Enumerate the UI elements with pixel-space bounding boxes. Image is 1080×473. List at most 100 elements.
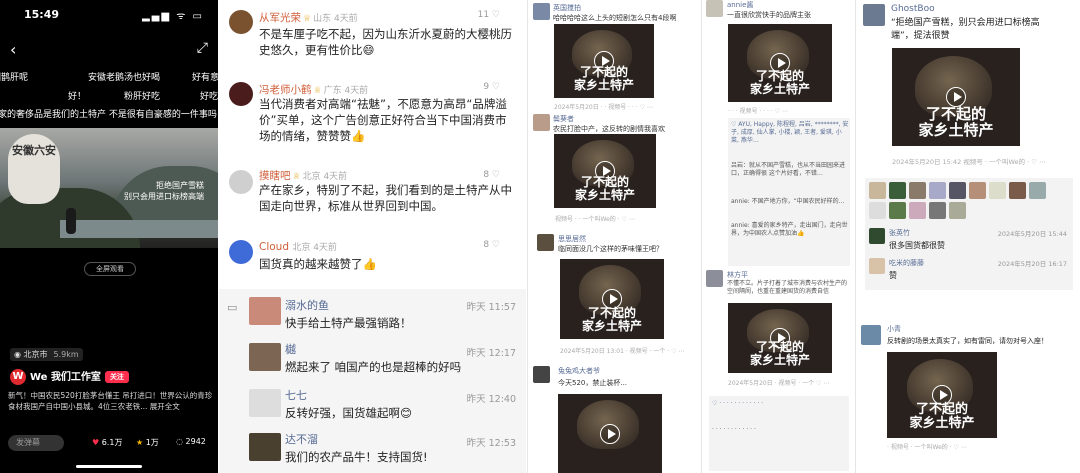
commenter-name[interactable]: 摸瞎吧 ♕ 北京 4天前 (259, 168, 347, 183)
danmu-comment: 好有意 (192, 73, 218, 83)
video-thumbnail[interactable] (558, 394, 662, 473)
poster-name[interactable]: 英国搅拍 (553, 3, 581, 13)
avatar[interactable] (861, 325, 881, 345)
video-caption[interactable]: 新气！中国农民520打脸茅台懂王 吊打进口！世界公认的青珍食材我国产自中国小县城… (8, 390, 214, 412)
avatar[interactable] (229, 240, 253, 264)
comment-icon: ◌ (176, 437, 183, 446)
avatar[interactable] (706, 270, 723, 287)
avatar[interactable] (533, 114, 550, 131)
comment-text: 当代消费者对高端“祛魅”，不愿意为高昂“品牌溢价”买单，这个广告创意正好符合当下… (259, 97, 507, 143)
avatar[interactable] (249, 343, 281, 371)
location-tag[interactable]: ◉ 北京市 5.9km (10, 348, 83, 361)
post-text: 农民打脸中产，这反转的剧情我喜欢 (553, 125, 665, 133)
moments-column: GhostBoo “拒绝国产雪糕，别只会用进口标榜高端”，提法很赞 了不起的 家乡… (855, 0, 1080, 473)
like-button[interactable]: ♥ 6.1万 (92, 437, 122, 448)
danmu-comment: 安徽老鹅汤也好喝 (88, 73, 161, 83)
poster-name[interactable]: 兔兔鸡大者爷 (558, 366, 600, 376)
like-count[interactable]: 8 ♡ (483, 240, 500, 250)
commenter-name[interactable]: 溺水的鱼 (285, 297, 329, 313)
comment-text: 燃起来了 咱国产的也是超棒的好吗 (285, 360, 462, 374)
poster-name[interactable]: annie酱 (727, 0, 753, 10)
weibo-comment: Cloud 北京 4天前 8 ♡ 国货真的越来越赞了👍 (219, 236, 526, 282)
status-bar: 15:49 ▂▄▆ ᯤ ▭ (20, 8, 208, 24)
comment-time: 2024年5月20日 16:17 (997, 260, 1067, 268)
play-icon (600, 423, 620, 444)
collage: 15:49 ▂▄▆ ᯤ ▭ ‹ ⤢ 圈鹊肝呢 安徽老鹅汤也好喝 好有意 好！ 粉… (0, 0, 1080, 473)
commenter-name[interactable]: 樾 (285, 341, 296, 357)
avatar[interactable] (533, 366, 550, 383)
avatar[interactable] (863, 4, 885, 26)
poster-name[interactable]: 小青 (887, 324, 901, 334)
play-icon (946, 87, 966, 107)
like-count[interactable]: 9 ♡ (483, 82, 500, 92)
video-thumbnail[interactable]: 了不起的 家乡土特产 (728, 24, 832, 102)
account-avatar: W (10, 369, 26, 385)
video-thumbnail[interactable]: 了不起的 家乡土特产 (560, 259, 664, 339)
comment-text: 我们的农产品牛！支持国货! (285, 450, 428, 464)
comment-text: 不是车厘子吃不起，因为山东沂水夏蔚的大樱桃历史悠久，更有性价比😄 (259, 27, 512, 57)
commenter-name[interactable]: 七七 (285, 387, 307, 403)
post-meta: 视频号 · · 一个叫We的 · ♡ ⋯ (555, 216, 635, 223)
status-time: 15:49 (24, 8, 60, 21)
weibo-comment: 冯老师小鹤 ♕ 广东 4天前 9 ♡ 当代消费者对高端“祛魅”，不愿意为高昂“品牌溢… (219, 78, 526, 158)
video-thumbnail[interactable]: 了不起的 家乡土特产 (887, 352, 997, 438)
like-count[interactable]: 11 ♡ (478, 10, 500, 20)
commenter-name[interactable]: 从军光荣 ♕ 山东 4天前 (259, 10, 358, 25)
commenter-name[interactable]: 达不溜 (285, 431, 318, 447)
commenter-name[interactable]: 冯老师小鹤 ♕ 广东 4天前 (259, 82, 368, 97)
avatar[interactable] (249, 389, 281, 417)
follow-button[interactable]: 关注 (104, 371, 129, 383)
poster-name[interactable]: GhostBoo (891, 4, 935, 14)
wechat-comments: ▭ 溺水的鱼 昨天 11:57 快手给土特产最强销路！ 樾 昨天 12:17 燃… (219, 289, 526, 473)
account-name: We 我们工作室 (30, 372, 101, 383)
commenter-name[interactable]: Cloud 北京 4天前 (259, 240, 337, 253)
comment-text: 产在家乡，特别了不起，我们看到的是土特产从中国走向世界，标准从世界回到中国。 (259, 183, 512, 213)
video-overlay-text: 拒绝国产雪糕 别只会用进口标榜高端 (124, 181, 204, 201)
comment-text: 反转好强，国货雄起啊😊 (285, 406, 412, 420)
video-thumbnail[interactable]: 了不起的 家乡土特产 (554, 24, 654, 98)
poster-name[interactable]: 林方平 (727, 270, 748, 280)
avatar[interactable] (229, 82, 253, 106)
avatar[interactable] (229, 170, 253, 194)
comment-time: 昨天 12:40 (466, 394, 516, 405)
post-text: 临同面没几个这样的茅味懂王吧？ (558, 245, 663, 253)
avatar[interactable] (533, 3, 550, 20)
wechat-comment: 达不溜 昨天 12:53 我们的农产品牛！支持国货! (219, 429, 526, 471)
avatar[interactable] (869, 228, 885, 244)
post-text: 哈哈哈哈这么上头的短剧怎么只有4段啊 (553, 14, 677, 22)
avatar[interactable] (249, 297, 281, 325)
danmu-comment: 家的奢侈品是我们的土特产 不是很有自豪感的一件事吗 (0, 110, 217, 120)
danmu-comment: 好！ (68, 92, 87, 102)
moments-column: annie酱 一直很欣赏快手的品牌主张 了不起的 家乡土特产 · · · 视频号 … (701, 0, 854, 473)
comment-time: 2024年5月20日 15:44 (997, 230, 1067, 238)
avatar[interactable] (249, 433, 281, 461)
video-thumbnail[interactable]: 了不起的 家乡土特产 (728, 303, 832, 373)
fullscreen-button[interactable]: 全屏观看 (84, 262, 136, 276)
location-icon: ◉ (14, 350, 24, 359)
poster-name[interactable]: 思思居然 (558, 234, 586, 244)
commenter-name[interactable]: 吃米的藤藤 (889, 258, 924, 268)
back-arrow-icon[interactable]: ‹ (10, 40, 16, 59)
video-thumbnail[interactable]: 了不起的 家乡土特产 (892, 48, 1020, 146)
favorite-button[interactable]: ★ 1万 (136, 437, 159, 448)
avatar[interactable] (869, 258, 885, 274)
account-row[interactable]: W We 我们工作室 关注 (10, 368, 129, 386)
video-frame[interactable]: 安徽六安 拒绝国产雪糕 别只会用进口标榜高端 (0, 128, 218, 248)
avatar[interactable] (537, 234, 554, 251)
poster-name[interactable]: 鬓葵者 (553, 114, 574, 124)
like-count[interactable]: 8 ♡ (483, 170, 500, 180)
comment-button[interactable]: ◌ 2942 (176, 437, 206, 446)
commenter-name[interactable]: 张英竹 (889, 228, 910, 238)
share-icon[interactable]: ⤢ (197, 40, 208, 56)
person-figure (66, 208, 76, 234)
post-meta: · · · 视频号 · · · · ♡ ⋯ (728, 108, 788, 115)
comment-time: 昨天 12:17 (466, 348, 516, 359)
video-thumbnail[interactable]: 了不起的 家乡土特产 (554, 134, 656, 208)
avatar[interactable] (706, 0, 723, 17)
comment-text: 赞 (889, 271, 897, 280)
post-text: 反转剧的场景太真实了，如有雷同，请勿对号入座！ (887, 337, 1048, 345)
post-meta: 2024年5月20日 15:42 视频号 · 一个叫We的 · ♡ ⋯ (892, 158, 1046, 166)
avatar[interactable] (229, 10, 253, 34)
danmu-input[interactable]: 发弹幕 (8, 435, 64, 451)
post-text: 不懂不立。片子打着了城市消费与农村生产的空间隔阂，也重在重建国货的消费自信 (727, 280, 848, 295)
